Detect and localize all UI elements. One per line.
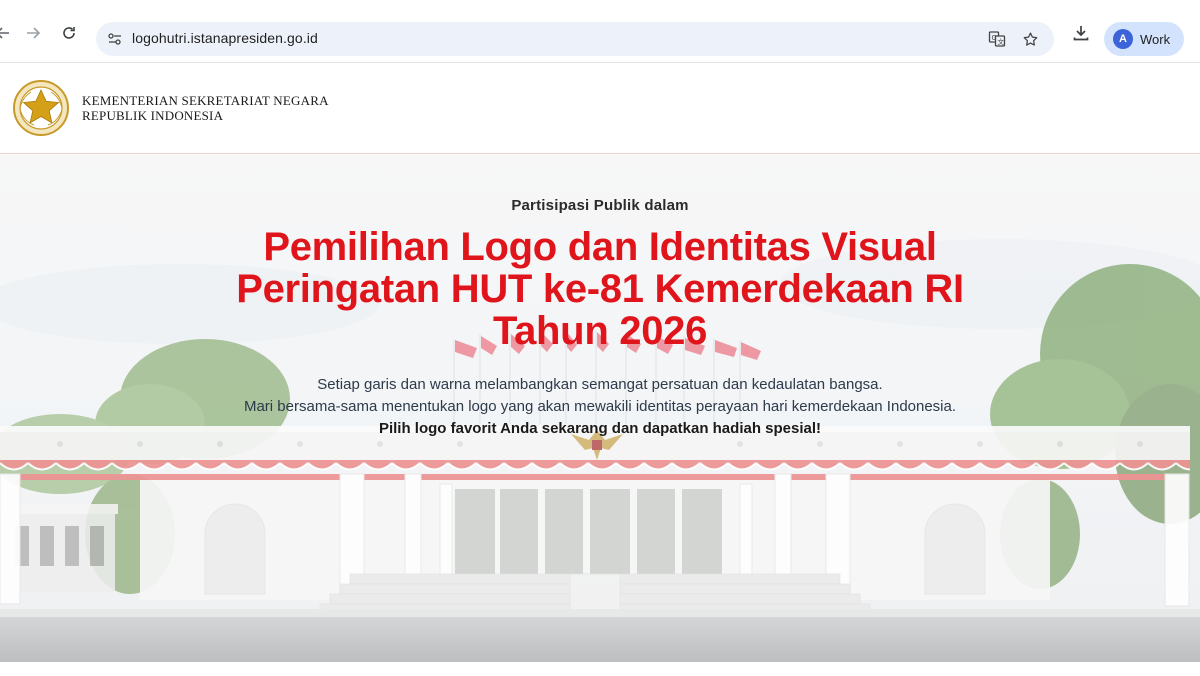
bookmark-star-icon[interactable]: [1019, 28, 1041, 50]
page-bottom-area: [0, 662, 1200, 676]
hero-desc-line-1: Setiap garis dan warna melambangkan sema…: [317, 376, 883, 393]
site-settings-icon[interactable]: [104, 28, 126, 50]
hero-description: Setiap garis dan warna melambangkan sema…: [100, 374, 1100, 440]
svg-text:文: 文: [998, 37, 1005, 46]
profile-button[interactable]: A Work: [1104, 22, 1184, 56]
organization-name: KEMENTERIAN SEKRETARIAT NEGARA REPUBLIK …: [82, 93, 329, 123]
forward-arrow-icon[interactable]: [22, 22, 44, 44]
state-secretariat-emblem-icon[interactable]: [12, 79, 70, 137]
hero-eyebrow: Partisipasi Publik dalam: [511, 197, 689, 214]
hero-title-line-3: Tahun 2026: [492, 309, 708, 353]
hero-banner: Partisipasi Publik dalam Pemilihan Logo …: [0, 154, 1200, 662]
hero-desc-line-2: Mari bersama-sama menentukan logo yang a…: [243, 398, 957, 415]
profile-label: Work: [1140, 31, 1171, 47]
org-name-line-1: KEMENTERIAN SEKRETARIAT NEGARA: [82, 93, 329, 108]
hero-title: Pemilihan Logo dan Identitas Visual Peri…: [100, 226, 1100, 352]
reload-icon[interactable]: [58, 22, 80, 44]
browser-toolbar: logohutri.istanapresiden.go.id G 文 A Wor…: [0, 0, 1200, 63]
translate-icon[interactable]: G 文: [986, 28, 1008, 50]
url-text[interactable]: logohutri.istanapresiden.go.id: [132, 30, 318, 46]
hero-call-to-action: Pilih logo favorit Anda sekarang dan dap…: [378, 420, 822, 437]
site-header: KEMENTERIAN SEKRETARIAT NEGARA REPUBLIK …: [0, 63, 1200, 154]
download-icon[interactable]: [1070, 22, 1092, 44]
org-name-line-2: REPUBLIK INDONESIA: [82, 108, 224, 123]
address-bar[interactable]: logohutri.istanapresiden.go.id G 文: [96, 22, 1054, 56]
hero-title-line-2: Peringatan HUT ke-81 Kemerdekaan RI: [236, 267, 964, 311]
hero-title-line-1: Pemilihan Logo dan Identitas Visual: [263, 225, 937, 269]
avatar: A: [1113, 29, 1133, 49]
back-arrow-icon[interactable]: [0, 22, 14, 44]
